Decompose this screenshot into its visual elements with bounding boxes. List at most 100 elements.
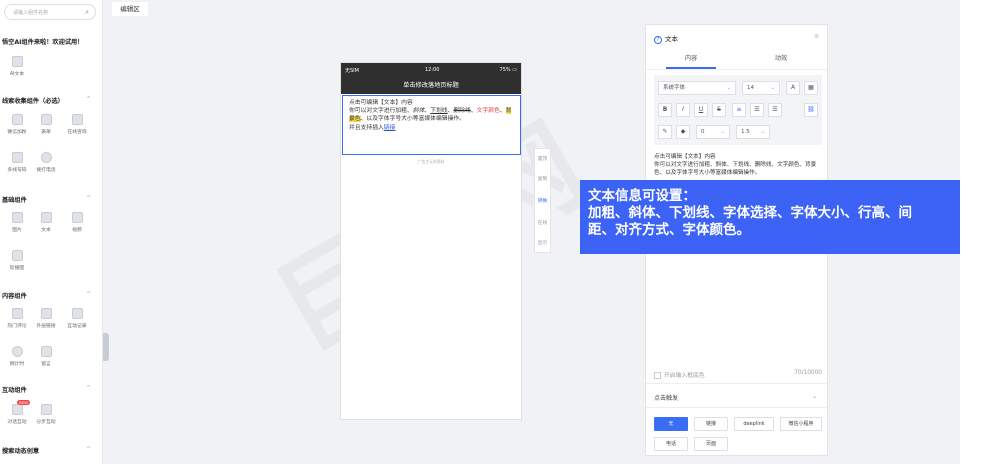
section-search[interactable]: 搜索动态创意 <box>2 446 39 455</box>
steps-icon <box>40 404 52 415</box>
selected-text-component[interactable]: 点击可编辑【文本】内容 你可以对文字进行加粗、斜体、下划线、删除线、文字颜色、背… <box>342 95 521 155</box>
unordered-list-icon[interactable]: ☰ <box>768 103 782 117</box>
section-content[interactable]: 内容组件 <box>2 291 27 300</box>
component-wechat-fans[interactable]: 微信加粉 <box>3 114 31 135</box>
new-badge: NEW <box>17 400 30 405</box>
format-painter-icon[interactable]: ✎ <box>658 125 672 139</box>
chevron-down-icon: ⌄ <box>720 129 725 135</box>
italic-button[interactable]: I <box>676 103 690 117</box>
phone-icon <box>40 152 52 163</box>
show-button[interactable]: 显示 <box>535 239 550 246</box>
chevron-up-icon[interactable]: ^ <box>86 291 91 298</box>
chevron-up-icon[interactable]: ^ <box>86 195 91 202</box>
insert-link[interactable]: 链接 <box>384 125 396 131</box>
trigger-option-none[interactable]: 无 <box>654 417 688 431</box>
component-ai-text[interactable]: AI文本 <box>3 56 31 77</box>
trigger-option-deeplink[interactable]: deeplink <box>734 417 774 431</box>
chevron-down-icon[interactable]: ⌄ <box>812 393 817 400</box>
search-icon[interactable]: ⌕ <box>85 8 89 17</box>
rich-text-toolbar: 系统字体 ⌄ 14 ⌄ A ▦ B I U S ≡ ☰ ☰ ⛓ ✎ ◆ 0 ⌄ 1.5… <box>654 75 822 145</box>
divider <box>646 383 827 384</box>
component-outer-link[interactable]: 外层链接 <box>32 308 60 329</box>
help-icon[interactable]: ? <box>654 36 662 44</box>
tab-content[interactable]: 内容 <box>646 53 736 62</box>
component-dialog[interactable]: NEW 对话互动 <box>3 400 31 425</box>
strikethrough-button[interactable]: S <box>712 103 726 117</box>
convert-button[interactable]: 转换 <box>535 197 550 204</box>
bold-button[interactable]: B <box>658 103 672 117</box>
chevron-up-icon[interactable]: ^ <box>86 385 91 392</box>
component-multi-number[interactable]: 多线号码 <box>3 152 31 173</box>
page-title[interactable]: 单击修改落地页标题 <box>341 77 521 94</box>
phone-preview: 无SIM 12:00 75% ▭ 单击修改落地页标题 点击可编辑【文本】内容 你… <box>340 62 522 420</box>
section-basic[interactable]: 基础组件 <box>2 195 27 204</box>
battery-icon: 75% ▭ <box>499 67 517 73</box>
panel-title: ? 文本 <box>654 33 678 44</box>
chevron-down-icon: ⌄ <box>760 129 765 135</box>
close-icon[interactable]: ⊗ <box>814 33 819 40</box>
sidebar-collapse-handle[interactable] <box>103 333 109 361</box>
component-sidebar: 请输入组件名称 ⌕ 悟空AI组件来啦！欢迎试用！ AI文本 线索收集组件（必选）… <box>0 0 103 464</box>
record-icon <box>71 308 83 319</box>
chevron-down-icon: ⌄ <box>726 85 731 91</box>
wechat-icon <box>11 114 23 125</box>
component-text[interactable]: 文本 <box>32 212 60 233</box>
component-video[interactable]: 视频 <box>63 212 91 233</box>
trigger-option-link[interactable]: 链接 <box>694 417 728 431</box>
component-online-consult[interactable]: 在线咨询 <box>63 114 91 135</box>
font-color-button[interactable]: A <box>786 81 800 95</box>
trigger-option-page[interactable]: 页面 <box>694 437 728 451</box>
component-image[interactable]: 图片 <box>3 212 31 233</box>
decorative-edge <box>960 0 982 464</box>
component-call[interactable]: 拨打电话 <box>32 152 60 173</box>
input-bg-toggle-row[interactable]: 开启输入框底色 70/10000 <box>654 370 824 379</box>
feature-callout-banner: 文本信息可设置： 加粗、斜体、下划线、字体选择、字体大小、行高、间 距、对齐方式… <box>580 180 975 254</box>
chevron-down-icon: ⌄ <box>770 85 775 91</box>
char-counter: 70/10000 <box>794 370 822 376</box>
tab-edit-area[interactable]: 编辑区 <box>112 2 148 16</box>
chevron-up-icon[interactable]: ^ <box>86 96 91 103</box>
eraser-icon[interactable]: ◆ <box>676 125 690 139</box>
video-icon <box>71 212 83 223</box>
align-left-icon[interactable]: ≡ <box>732 103 746 117</box>
trigger-option-phone[interactable]: 电话 <box>654 437 688 451</box>
pin-top-button[interactable]: 置顶 <box>535 155 550 162</box>
click-trigger-label[interactable]: 点击触发 <box>654 393 678 402</box>
font-size-select[interactable]: 14 ⌄ <box>742 81 780 95</box>
section-leads[interactable]: 线索收集组件（必选） <box>2 96 64 105</box>
chevron-up-icon[interactable]: ^ <box>86 446 91 453</box>
divider <box>646 407 827 408</box>
online-button[interactable]: 在线 <box>535 219 550 226</box>
component-interact-record[interactable]: 互动记录 <box>63 308 91 329</box>
line-height-select[interactable]: 1.5 ⌄ <box>736 125 770 139</box>
font-family-select[interactable]: 系统字体 ⌄ <box>658 81 736 95</box>
image-icon <box>11 212 23 223</box>
text-icon <box>40 212 52 223</box>
component-carousel[interactable]: 轮播图 <box>3 250 31 271</box>
component-countdown[interactable]: 倒计时 <box>3 346 31 367</box>
component-search-input[interactable]: 请输入组件名称 ⌕ <box>4 4 96 20</box>
clock-icon <box>11 346 23 357</box>
tab-animation[interactable]: 动效 <box>736 53 826 62</box>
ordered-list-icon[interactable]: ☰ <box>750 103 764 117</box>
component-side-toolbar: 置顶 复制 转换 在线 显示 <box>534 148 551 253</box>
consult-icon <box>71 114 83 125</box>
text-editor-content[interactable]: 点击可编辑【文本】内容 你可以对文字进行加粗、斜体、下划线、删除线、文字颜色、背… <box>654 153 822 177</box>
message-icon <box>40 346 52 357</box>
underline-button[interactable]: U <box>694 103 708 117</box>
phone-book-icon <box>11 152 23 163</box>
letter-spacing-select[interactable]: 0 ⌄ <box>696 125 730 139</box>
trigger-option-miniprogram[interactable]: 微信小程序 <box>780 417 822 431</box>
section-interact[interactable]: 互动组件 <box>2 385 27 394</box>
component-step-interact[interactable]: 分步互动 <box>32 404 60 425</box>
component-form[interactable]: 表单 <box>32 114 60 135</box>
background-color-icon[interactable]: ▦ <box>804 81 818 95</box>
tab-divider <box>646 69 827 70</box>
copy-button[interactable]: 复制 <box>535 175 550 182</box>
component-message[interactable]: 留言 <box>32 346 60 367</box>
checkbox[interactable] <box>654 372 661 379</box>
link-icon[interactable]: ⛓ <box>804 103 818 117</box>
ai-promo-text: 悟空AI组件来啦！欢迎试用！ <box>2 39 84 46</box>
component-hot-comments[interactable]: 热门评论 <box>3 308 31 329</box>
footer-note: 广告主无关资料 <box>417 159 445 164</box>
